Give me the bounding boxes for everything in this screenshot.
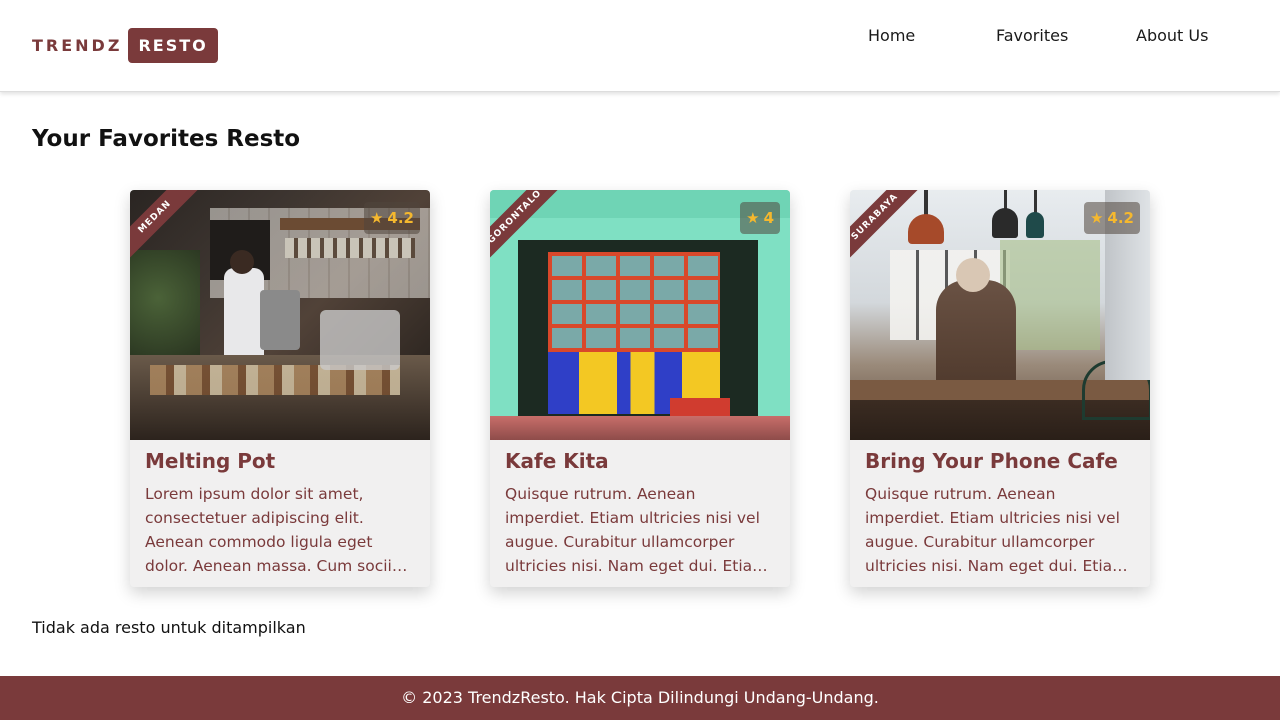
restaurant-list: MEDAN ★ 4.2 Melting Pot Lorem ipsum dolor… <box>0 190 1280 588</box>
restaurant-description: Lorem ipsum dolor sit amet, consectetuer… <box>145 485 400 575</box>
footer-text: © 2023 TrendzResto. Hak Cipta Dilindungi… <box>401 688 879 707</box>
restaurant-card[interactable]: GORONTALO ★ 4 Kafe Kita Quisque rutrum. A… <box>490 190 790 587</box>
star-icon: ★ <box>746 209 760 227</box>
rating-value: 4 <box>763 209 774 227</box>
card-content: Melting Pot Lorem ipsum dolor sit amet, … <box>130 440 430 578</box>
star-icon: ★ <box>369 209 384 227</box>
site-footer: © 2023 TrendzResto. Hak Cipta Dilindungi… <box>0 676 1280 720</box>
restaurant-image: MEDAN ★ 4.2 <box>130 190 430 440</box>
restaurant-name[interactable]: Kafe Kita <box>505 450 775 472</box>
restaurant-image: GORONTALO ★ 4 <box>490 190 790 440</box>
main-nav: Home Favorites About Us <box>0 24 1280 48</box>
nav-about-link[interactable]: About Us <box>1136 24 1208 48</box>
restaurant-card[interactable]: MEDAN ★ 4.2 Melting Pot Lorem ipsum dolor… <box>130 190 430 587</box>
rating-value: 4.2 <box>387 209 414 227</box>
restaurant-name[interactable]: Melting Pot <box>145 450 415 472</box>
card-content: Bring Your Phone Cafe Quisque rutrum. Ae… <box>850 440 1150 578</box>
restaurant-description: Quisque rutrum. Aenean imperdiet. Etiam … <box>865 485 1128 575</box>
rating-badge: ★ 4.2 <box>1083 202 1140 234</box>
rating-badge: ★ 4.2 <box>363 202 420 234</box>
restaurant-card[interactable]: SURABAYA ★ 4.2 Bring Your Phone Cafe Quis… <box>850 190 1150 587</box>
card-content: Kafe Kita Quisque rutrum. Aenean imperdi… <box>490 440 790 578</box>
restaurant-name[interactable]: Bring Your Phone Cafe <box>865 450 1135 472</box>
page-title: Your Favorites Resto <box>32 126 301 152</box>
restaurant-image: SURABAYA ★ 4.2 <box>850 190 1150 440</box>
rating-value: 4.2 <box>1107 209 1134 227</box>
nav-favorites-link[interactable]: Favorites <box>996 24 1068 48</box>
rating-badge: ★ 4 <box>740 202 780 234</box>
nav-home-link[interactable]: Home <box>868 24 915 48</box>
star-icon: ★ <box>1089 209 1104 227</box>
restaurant-description: Quisque rutrum. Aenean imperdiet. Etiam … <box>505 485 768 575</box>
site-header: TRENDZ RESTO Home Favorites About Us <box>0 0 1280 92</box>
empty-state-message: Tidak ada resto untuk ditampilkan <box>32 618 306 637</box>
